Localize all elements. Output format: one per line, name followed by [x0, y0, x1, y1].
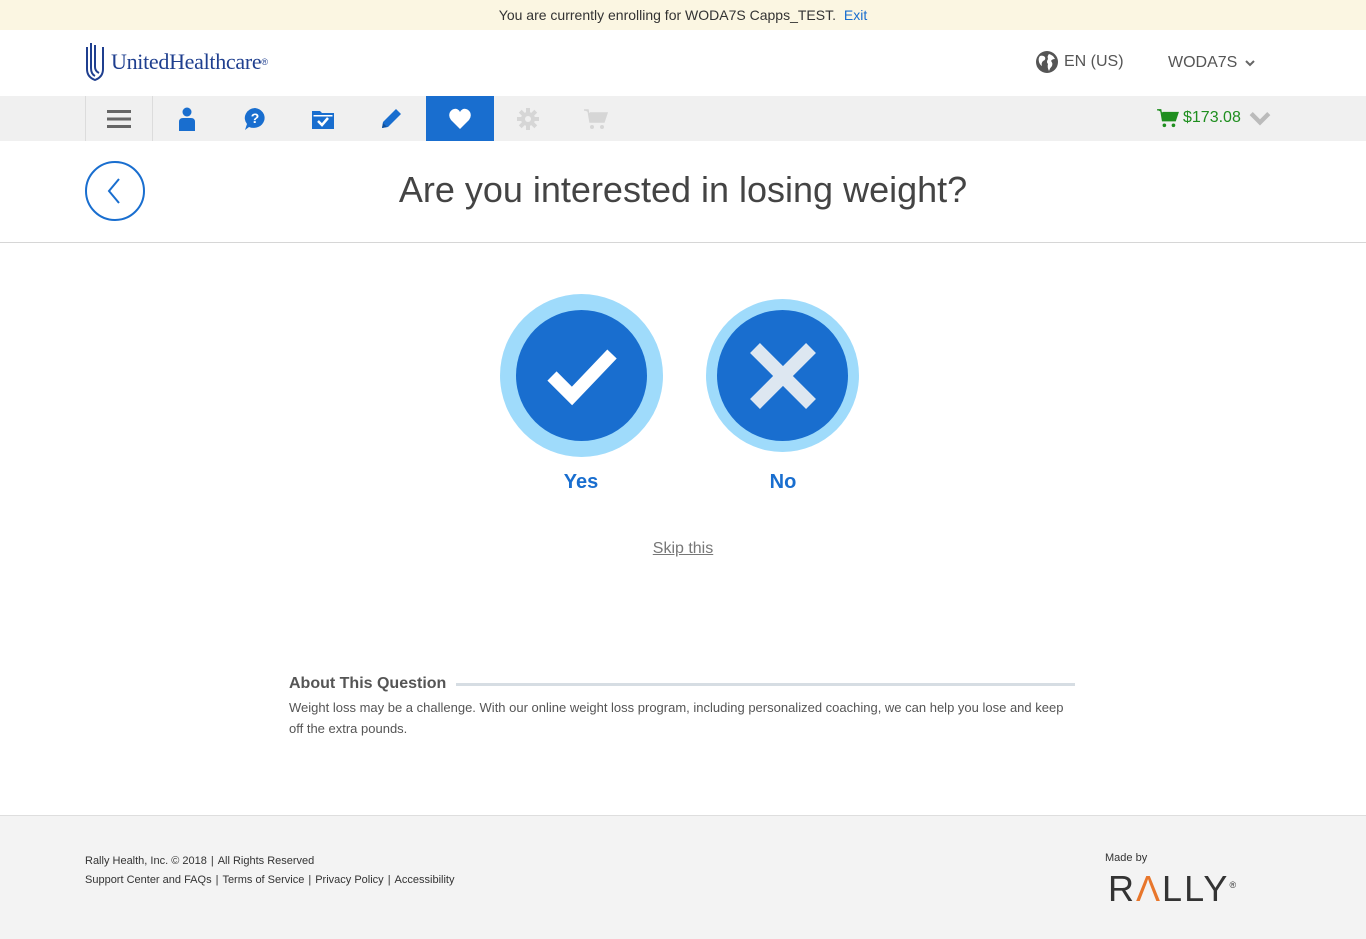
footer: Rally Health, Inc. © 2018 | All Rights Res…: [0, 815, 1366, 939]
enrollment-banner-text: You are currently enrolling for WODA7S C…: [498, 7, 836, 23]
header: UnitedHealthcare ® EN (US) WODA7S: [0, 30, 1366, 96]
close-icon: [749, 342, 816, 409]
about-title: About This Question: [289, 675, 447, 692]
enrollment-banner: You are currently enrolling for WODA7S C…: [0, 0, 1366, 30]
no-label[interactable]: No: [733, 471, 833, 494]
yes-label[interactable]: Yes: [531, 471, 631, 494]
globe-icon: [1036, 51, 1058, 73]
yes-button-ring: [500, 294, 663, 457]
nav-edit[interactable]: [357, 96, 425, 141]
rights-text: All Rights Reserved: [217, 855, 315, 867]
nav-profile[interactable]: [153, 96, 221, 141]
yes-button-circle: [516, 310, 647, 441]
copyright-text: Rally Health, Inc. © 2018: [85, 855, 207, 867]
divider: [456, 682, 1075, 686]
rally-logo[interactable]: RΛLLY®: [1108, 868, 1236, 910]
about-header: About This Question: [289, 675, 1075, 693]
terms-link[interactable]: Terms of Service: [222, 874, 304, 886]
page-title: Are you interested in losing weight?: [398, 169, 968, 210]
uhc-shield-icon: [86, 43, 104, 81]
cart-total-amount: $173.08: [1183, 109, 1241, 126]
language-selector[interactable]: EN (US): [1035, 50, 1124, 74]
exit-link[interactable]: Exit: [844, 7, 867, 23]
cart-icon: [584, 108, 608, 129]
cart-icon: [1157, 109, 1179, 128]
svg-text:?: ?: [251, 110, 260, 126]
made-by-label: Made by: [1105, 852, 1148, 864]
person-icon: [179, 107, 195, 131]
brand-registered-mark: ®: [261, 57, 268, 67]
about-description: Weight loss may be a challenge. With our…: [289, 700, 1064, 736]
accessibility-link[interactable]: Accessibility: [395, 874, 455, 886]
language-label: EN (US): [1064, 53, 1124, 70]
gear-icon: [517, 107, 539, 130]
user-name: WODA7S: [1168, 54, 1238, 71]
skip-container: Skip this: [0, 540, 1366, 558]
checkmark-icon: [546, 349, 617, 405]
no-button[interactable]: [706, 299, 859, 452]
navigation-bar: ? $173.08: [0, 96, 1366, 141]
question-icon: ?: [244, 107, 265, 130]
cart-total-dropdown[interactable]: $173.08: [1157, 108, 1275, 128]
question-header: Are you interested in losing weight?: [0, 141, 1366, 243]
nav-menu[interactable]: [85, 96, 153, 141]
skip-link[interactable]: Skip this: [653, 540, 713, 557]
no-button-circle: [717, 310, 848, 441]
menu-icon: [107, 109, 131, 128]
nav-help[interactable]: ?: [221, 96, 289, 141]
privacy-link[interactable]: Privacy Policy: [315, 874, 383, 886]
yes-button[interactable]: [500, 294, 663, 457]
pencil-icon: [382, 108, 401, 128]
footer-legal: Rally Health, Inc. © 2018 | All Rights Res…: [85, 855, 455, 886]
about-question-section: About This Question Weight loss may be a…: [289, 675, 1075, 739]
nav-health[interactable]: [426, 96, 494, 141]
no-button-ring: [706, 299, 859, 452]
user-menu[interactable]: WODA7S: [1168, 54, 1256, 72]
nav-documents[interactable]: [289, 96, 357, 141]
chevron-down-icon: [1249, 112, 1271, 126]
chevron-down-icon: [1245, 60, 1256, 67]
folder-check-icon: [312, 110, 334, 129]
unitedhealthcare-logo[interactable]: UnitedHealthcare ®: [85, 42, 268, 82]
nav-settings[interactable]: [494, 96, 562, 141]
brand-name: UnitedHealthcare: [111, 49, 262, 74]
support-link[interactable]: Support Center and FAQs: [85, 874, 212, 886]
heart-icon: [449, 108, 471, 129]
nav-cart[interactable]: [562, 96, 630, 141]
